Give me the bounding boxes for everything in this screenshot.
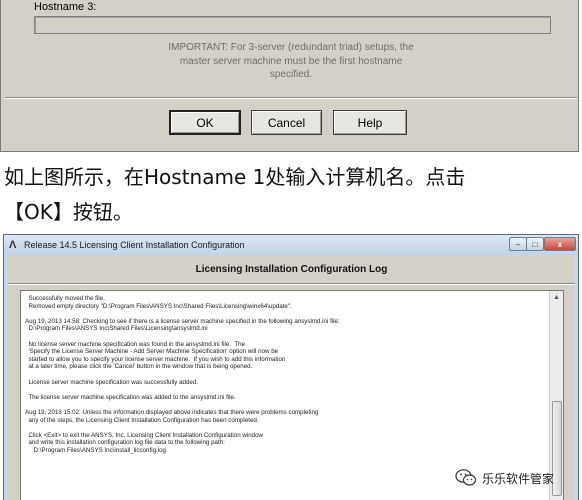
note-line: specified. — [269, 69, 313, 80]
hostname3-input[interactable] — [34, 16, 551, 34]
log-heading: Licensing Installation Configuration Log — [195, 264, 388, 275]
log-line: Click <Exit> to exit the ANSYS, Inc. Lic… — [25, 431, 263, 439]
divider — [5, 97, 577, 99]
log-line: Removed empty directory "D:\Program File… — [25, 302, 292, 310]
log-line: Aug 19, 2013 15:02: Unless the informati… — [25, 408, 319, 416]
close-button[interactable]: x — [544, 237, 576, 251]
log-line: D:\Program Files\ANSYS Inc\install_licco… — [25, 446, 166, 454]
log-line: Aug 19, 2013 14:58: Checking to see if t… — [25, 317, 340, 325]
cancel-button[interactable]: Cancel — [251, 110, 322, 135]
scroll-up-arrow-icon[interactable]: ▲ — [550, 291, 563, 304]
maximize-button[interactable]: □ — [526, 237, 544, 251]
caption-line: 如上图所示，在Hostname 1处输入计算机名。点击 — [4, 165, 466, 189]
divider — [8, 283, 575, 285]
log-content: Successfully moved the file. Removed emp… — [25, 295, 545, 454]
log-line: Successfully moved the file. — [25, 295, 105, 302]
log-line: 'Specify the License Server Machine - Ad… — [25, 348, 279, 356]
log-line: D:\Program Files\ANSYS Inc\Shared Files\… — [25, 325, 208, 333]
log-line: and write this installation configuratio… — [25, 439, 225, 447]
ansys-logo-icon: Λ — [9, 239, 17, 251]
window-title: Release 14.5 Licensing Client Installati… — [24, 240, 245, 250]
title-bar[interactable]: Λ Release 14.5 Licensing Client Installa… — [4, 235, 578, 255]
ok-button[interactable]: OK — [169, 110, 241, 135]
help-button[interactable]: Help — [333, 110, 407, 135]
config-log-window: Λ Release 14.5 Licensing Client Installa… — [3, 234, 579, 500]
article-caption: 如上图所示，在Hostname 1处输入计算机名。点击 【OK】按钮。 — [4, 160, 576, 230]
hostname-dialog: Hostname 3: IMPORTANT: For 3-server (red… — [0, 0, 579, 152]
watermark: 乐乐软件管家 — [455, 466, 577, 490]
log-line: started to allow you to specify your lic… — [25, 355, 286, 363]
watermark-text: 乐乐软件管家 — [482, 471, 555, 486]
window-client: Licensing Installation Configuration Log… — [8, 255, 575, 500]
important-note: IMPORTANT: For 3-server (redundant triad… — [141, 41, 441, 82]
note-line: IMPORTANT: For 3-server (redundant triad… — [168, 42, 414, 53]
minimize-button[interactable]: – — [509, 237, 527, 251]
log-line: The license server machine specification… — [25, 393, 236, 401]
hostname3-label: Hostname 3: — [34, 1, 97, 13]
note-line: master server machine must be the first … — [179, 55, 403, 67]
log-line: at a later time, please click the 'Cance… — [25, 363, 253, 371]
caption-line: 【OK】按钮。 — [4, 200, 133, 224]
wechat-icon — [455, 469, 477, 486]
log-line: any of the steps, the Licensing Client I… — [25, 416, 259, 424]
log-line: No license server machine specification … — [25, 340, 245, 348]
log-line: License server machine specification was… — [25, 378, 198, 386]
